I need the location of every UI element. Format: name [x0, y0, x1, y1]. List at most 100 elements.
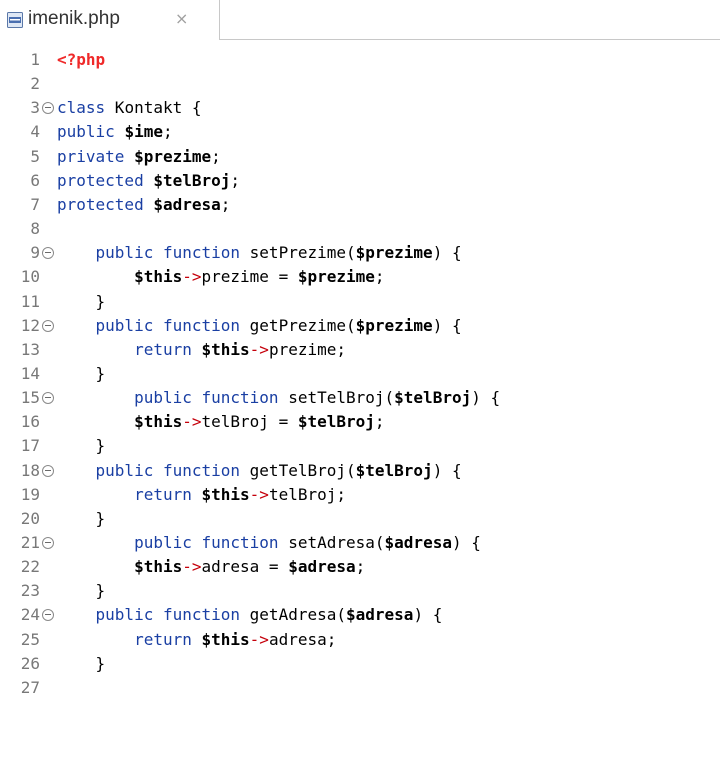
code-line[interactable]: 11 } — [0, 290, 720, 314]
code-text: $this->adresa = $adresa; — [57, 555, 365, 579]
fold-toggle-icon[interactable] — [42, 392, 54, 405]
code-token: telBroj = — [201, 412, 298, 432]
code-token: getAdresa( — [240, 605, 346, 625]
close-icon[interactable]: × — [175, 9, 188, 28]
code-line[interactable]: 3 class Kontakt { — [0, 96, 720, 120]
code-text: private $prezime; — [57, 145, 221, 169]
code-text: public function setAdresa($adresa) { — [57, 531, 481, 555]
fold-toggle-icon[interactable] — [42, 464, 54, 477]
code-line[interactable]: 9 public function setPrezime($prezime) { — [0, 241, 720, 265]
code-line[interactable]: 2 — [0, 72, 720, 96]
line-number: 12 — [20, 315, 40, 335]
code-token: -> — [182, 557, 202, 577]
code-text: } — [57, 290, 106, 314]
code-token: public function — [95, 315, 241, 335]
code-text: return $this->adresa; — [57, 628, 336, 652]
code-line[interactable]: 17 } — [0, 434, 720, 458]
code-token: setPrezime( — [240, 243, 356, 263]
code-text: public function getAdresa($adresa) { — [57, 603, 443, 627]
code-token: public function — [134, 388, 279, 408]
line-number: 15 — [20, 388, 40, 408]
code-line[interactable]: 25 return $this->adresa; — [0, 628, 720, 652]
code-token: adresa; — [268, 629, 337, 649]
code-token: $this — [134, 267, 183, 287]
code-line[interactable]: 19 return $this->telBroj; — [0, 483, 720, 507]
code-token: $adresa — [153, 194, 221, 214]
line-number: 4 — [30, 122, 40, 142]
code-line[interactable]: 15 public function setTelBroj($telBroj) … — [0, 386, 720, 410]
fold-toggle-icon[interactable] — [42, 247, 54, 260]
code-line[interactable]: 4 public $ime; — [0, 120, 720, 144]
code-line[interactable]: 24 public function getAdresa($adresa) { — [0, 603, 720, 627]
code-token: setAdresa( — [278, 533, 385, 552]
code-line[interactable]: 26 } — [0, 652, 720, 676]
code-token: private — [57, 146, 125, 166]
line-number: 26 — [20, 653, 40, 673]
code-token: return — [134, 339, 192, 359]
code-token: public function — [95, 460, 241, 480]
code-line[interactable]: 10 $this->prezime = $prezime; — [0, 265, 720, 289]
code-editor[interactable]: 1 <?php 2 3 class Kontakt {4 public $ime; 5 pri… — [0, 48, 720, 771]
code-token: protected — [57, 194, 144, 214]
code-text: } — [57, 652, 106, 676]
code-token: ; — [211, 146, 221, 166]
line-number: 8 — [30, 219, 40, 239]
code-token: prezime; — [268, 339, 346, 359]
code-line[interactable]: 7 protected $adresa; — [0, 193, 720, 217]
code-token: class — [57, 98, 106, 118]
code-line[interactable]: 18 public function getTelBroj($telBroj) … — [0, 459, 720, 483]
fold-toggle-icon[interactable] — [42, 319, 54, 332]
code-token: $telBroj — [297, 412, 375, 432]
code-line[interactable]: 12 public function getPrezime($prezime) … — [0, 314, 720, 338]
code-token: ; — [374, 412, 385, 432]
code-token: } — [57, 291, 106, 311]
code-token: } — [57, 653, 106, 673]
code-token: $adresa — [288, 557, 356, 577]
code-line[interactable]: 20 } — [0, 507, 720, 531]
tab-imenik-php[interactable]: imenik.php × — [0, 0, 220, 40]
code-line[interactable]: 14 } — [0, 362, 720, 386]
code-line[interactable]: 22 $this->adresa = $adresa; — [0, 555, 720, 579]
line-number: 9 — [30, 243, 40, 263]
code-line[interactable]: 6 protected $telBroj; — [0, 169, 720, 193]
code-text: } — [57, 434, 106, 458]
code-line[interactable]: 5 private $prezime; — [0, 145, 720, 169]
code-token: $prezime — [134, 146, 212, 166]
code-token: -> — [182, 267, 202, 287]
code-token: getTelBroj( — [240, 460, 356, 480]
line-number: 18 — [20, 460, 40, 480]
code-token: <?php — [57, 50, 106, 69]
line-number: 13 — [20, 339, 40, 359]
code-token: ; — [220, 194, 231, 214]
code-token: adresa = — [201, 557, 289, 577]
code-line[interactable]: 13 return $this->prezime; — [0, 338, 720, 362]
code-line[interactable]: 23 } — [0, 579, 720, 603]
line-number: 23 — [20, 581, 40, 601]
fold-toggle-icon[interactable] — [42, 102, 54, 115]
code-token: $this — [201, 484, 250, 504]
line-number: 20 — [20, 508, 40, 528]
line-number: 11 — [20, 291, 40, 311]
code-line[interactable]: 16 $this->telBroj = $telBroj; — [0, 410, 720, 434]
fold-toggle-icon[interactable] — [42, 537, 54, 549]
fold-toggle-icon[interactable] — [42, 609, 54, 622]
code-token: -> — [249, 339, 269, 359]
line-number: 27 — [20, 677, 40, 697]
code-line[interactable]: 27 — [0, 676, 720, 700]
code-text: class Kontakt { — [57, 96, 202, 120]
code-token: ) { — [413, 605, 443, 625]
line-number: 7 — [30, 194, 40, 214]
code-line[interactable]: 21 public function setAdresa($adresa) { — [0, 531, 720, 555]
code-token: } — [57, 363, 106, 383]
code-token: $this — [134, 412, 183, 432]
code-line[interactable]: 8 — [0, 217, 720, 241]
code-token: } — [57, 508, 106, 528]
code-line[interactable]: 1 <?php — [0, 48, 720, 72]
